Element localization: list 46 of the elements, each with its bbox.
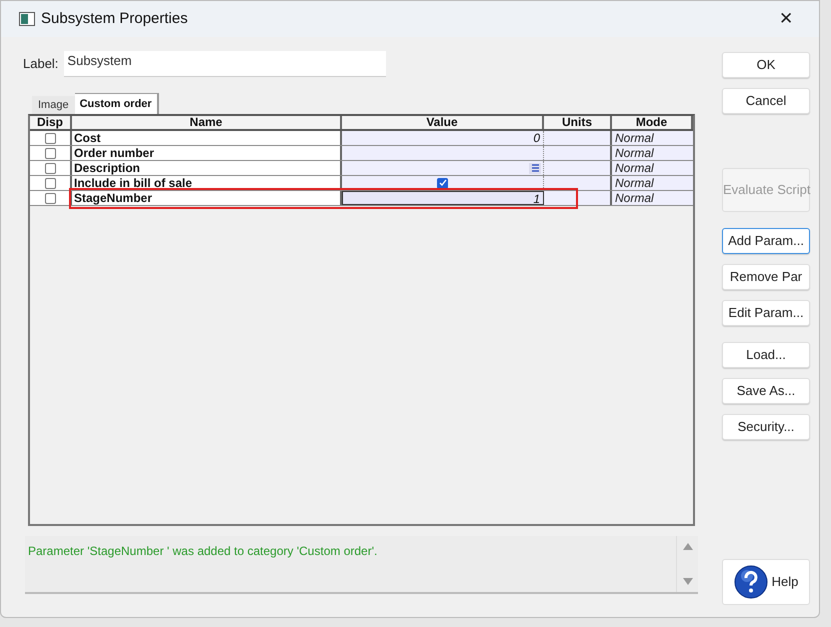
field-label: Label:	[23, 55, 58, 74]
tab[interactable]: Image	[32, 96, 75, 114]
label-field[interactable]: Subsystem	[64, 51, 386, 77]
table-cell: Normal	[612, 161, 693, 175]
column-header: Disp	[30, 116, 72, 129]
table-cell: Order number	[72, 146, 342, 160]
column-header: Units	[544, 116, 612, 129]
table-cell: Normal	[612, 131, 693, 145]
column-header: Name	[72, 116, 342, 129]
list-icon[interactable]	[529, 162, 541, 174]
table-cell: Normal	[612, 191, 693, 205]
table-cell[interactable]	[342, 146, 544, 160]
checkbox[interactable]	[44, 132, 56, 144]
table-cell[interactable]: 0	[342, 131, 544, 145]
table-cell[interactable]: 1	[342, 191, 544, 205]
table-cell: Normal	[612, 176, 693, 190]
dialog-button[interactable]: OK	[722, 52, 810, 78]
status-message: Parameter 'StageNumber ' was added to category 'Custom order'.	[28, 544, 378, 558]
scroll-up-icon[interactable]	[682, 543, 692, 550]
checkbox[interactable]	[44, 178, 56, 188]
question-icon	[734, 565, 768, 599]
checkbox[interactable]	[44, 162, 56, 174]
dialog-button[interactable]: Cancel	[722, 88, 810, 114]
table-cell: StageNumber	[72, 191, 342, 205]
help-button[interactable]: Help	[722, 559, 810, 605]
dialog-button[interactable]: Remove Par	[722, 264, 810, 290]
checkbox[interactable]	[44, 148, 56, 158]
window-title: Subsystem Properties	[41, 8, 188, 29]
dialog-button[interactable]: Load...	[722, 342, 810, 368]
table-cell: Normal	[612, 146, 693, 160]
checkbox[interactable]	[44, 192, 56, 204]
tab[interactable]: Custom order	[74, 93, 159, 114]
column-header: Mode	[612, 116, 693, 129]
checkbox[interactable]	[437, 178, 448, 188]
column-header: Value	[342, 116, 544, 129]
dialog-button[interactable]: Add Param...	[722, 228, 810, 254]
table-cell	[544, 146, 612, 160]
dialog-button[interactable]: Edit Param...	[722, 300, 810, 326]
table-cell: Cost	[72, 131, 342, 145]
app-icon	[19, 12, 35, 26]
table-cell: Description	[72, 161, 342, 175]
dialog-button[interactable]: Security...	[722, 414, 810, 440]
scroll-down-icon[interactable]	[682, 578, 692, 585]
dialog-button[interactable]: Save As...	[722, 378, 810, 404]
table-cell	[544, 191, 612, 205]
close-button[interactable]: ✕	[771, 6, 801, 32]
